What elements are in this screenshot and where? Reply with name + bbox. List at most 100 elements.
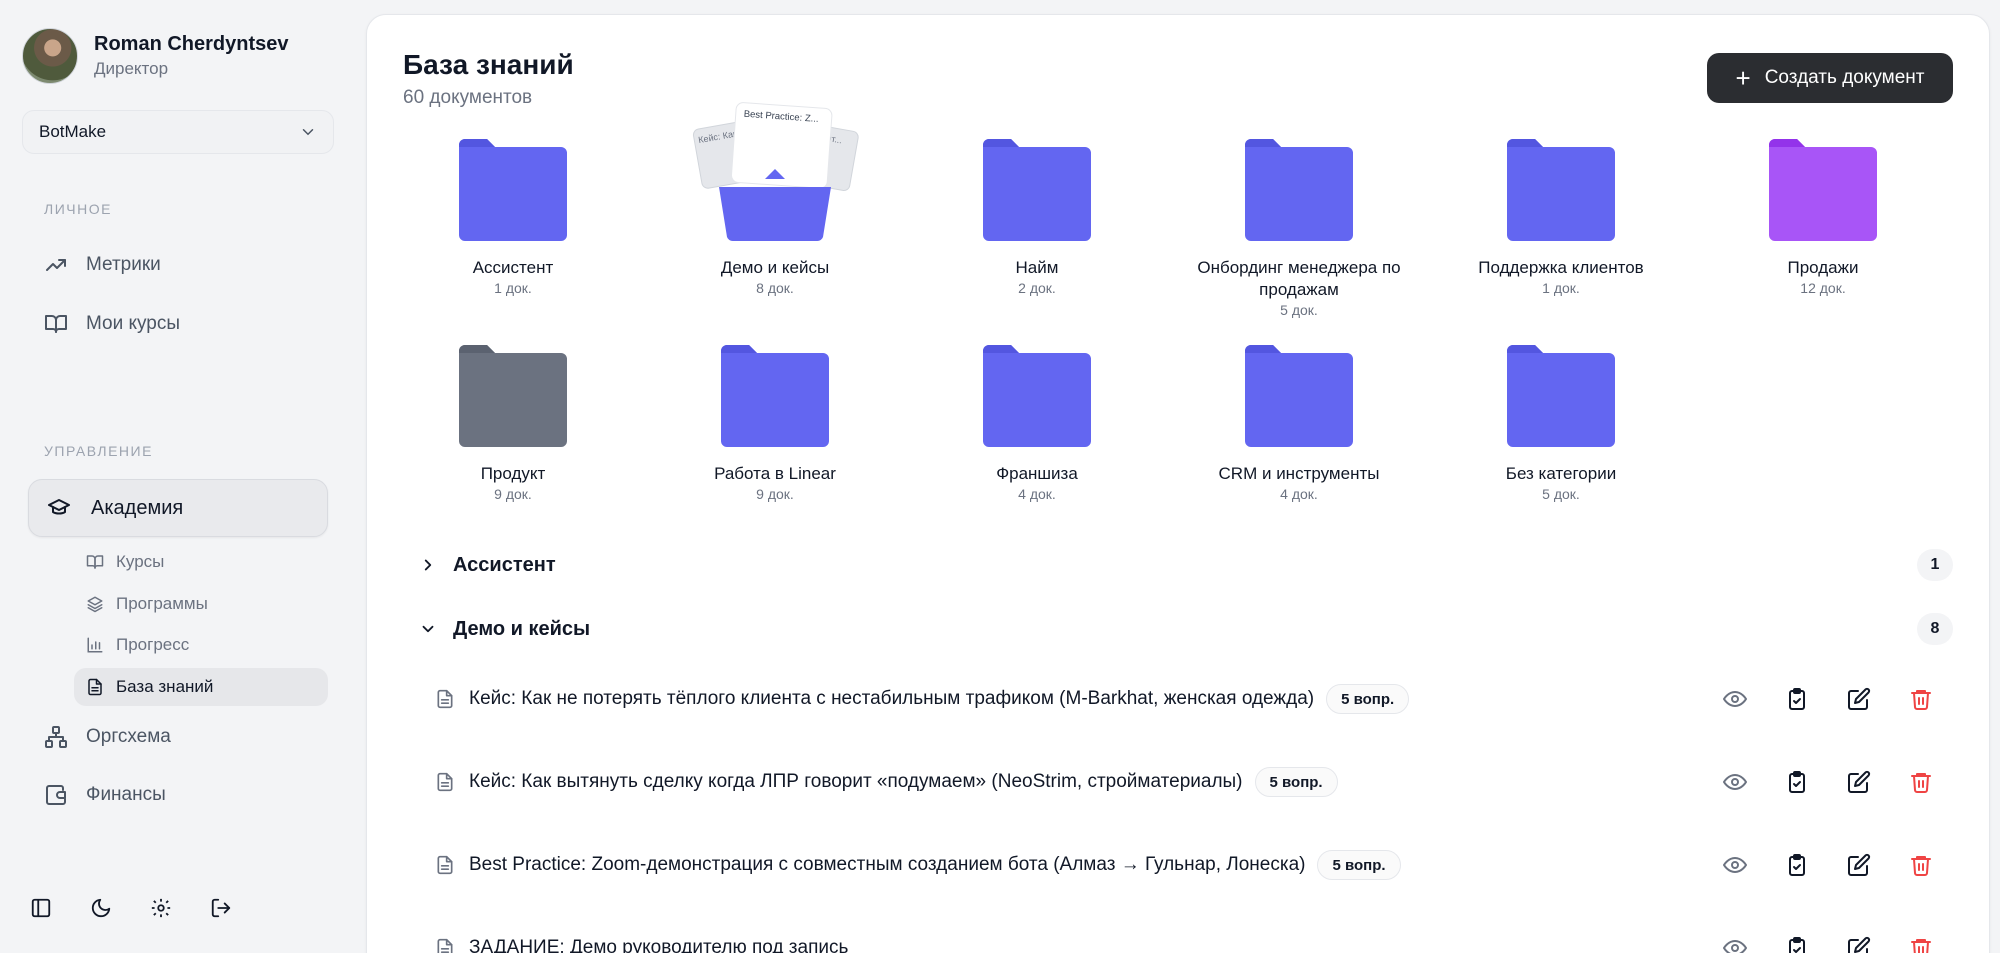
group-assistant[interactable]: Ассистент 1 bbox=[419, 545, 1953, 585]
nav-my-courses[interactable]: Мои курсы bbox=[44, 304, 180, 344]
folder-icon bbox=[983, 139, 1091, 241]
nav-finance-label: Финансы bbox=[86, 784, 166, 805]
folder-icon bbox=[1769, 139, 1877, 241]
edit-icon[interactable] bbox=[1847, 687, 1871, 711]
folder-demo-cases[interactable]: Кейс: Как... Как выт... Best Practice: Z… bbox=[644, 102, 906, 297]
toggle-sidebar-button[interactable] bbox=[28, 895, 54, 921]
nav-orgchart[interactable]: Оргсхема bbox=[44, 717, 171, 757]
book-open-icon bbox=[45, 315, 67, 333]
logout-button[interactable] bbox=[208, 895, 234, 921]
group-title: Ассистент bbox=[453, 553, 556, 576]
gear-icon bbox=[151, 898, 171, 918]
nav-academy-label: Академия bbox=[91, 496, 184, 519]
user-role: Директор bbox=[94, 59, 169, 78]
edit-icon[interactable] bbox=[1847, 853, 1871, 877]
trash-icon[interactable] bbox=[1909, 936, 1933, 953]
folder-count: 8 док. bbox=[756, 280, 794, 296]
nav-finance[interactable]: Финансы bbox=[44, 775, 166, 815]
folder-count: 5 док. bbox=[1280, 302, 1318, 318]
page-title: База знаний bbox=[403, 49, 574, 80]
folder-franchise[interactable]: Франшиза 4 док. bbox=[906, 341, 1168, 503]
main-panel: База знаний 60 документов + Создать доку… bbox=[366, 14, 1990, 953]
folder-count: 5 док. bbox=[1542, 486, 1580, 502]
trash-icon[interactable] bbox=[1909, 770, 1933, 794]
folder-assistant[interactable]: Ассистент 1 док. bbox=[382, 135, 644, 297]
document-title[interactable]: Кейс: Как не потерять тёплого клиента с … bbox=[469, 688, 1314, 710]
folder-count: 2 док. bbox=[1018, 280, 1056, 296]
edit-icon[interactable] bbox=[1847, 770, 1871, 794]
eye-icon[interactable] bbox=[1723, 770, 1747, 794]
folder-linear[interactable]: Работа в Linear 9 док. bbox=[644, 341, 906, 503]
sub-programs[interactable]: Программы bbox=[74, 585, 328, 623]
clipboard-check-icon[interactable] bbox=[1785, 936, 1809, 953]
eye-icon[interactable] bbox=[1723, 853, 1747, 877]
sub-courses-label: Курсы bbox=[116, 552, 165, 571]
folder-name: CRM и инструменты bbox=[1218, 464, 1380, 483]
folder-name: Продажи bbox=[1787, 258, 1859, 277]
folder-crm[interactable]: CRM и инструменты 4 док. bbox=[1168, 341, 1430, 503]
document-row[interactable]: Кейс: Как вытянуть сделку когда ЛПР гово… bbox=[435, 758, 1953, 806]
sidebar-bottom-bar bbox=[28, 895, 234, 921]
folder-name: Франшиза bbox=[996, 464, 1078, 483]
user-name: Roman Cherdyntsev bbox=[94, 33, 289, 55]
file-text-icon bbox=[437, 938, 453, 953]
theme-toggle-button[interactable] bbox=[88, 895, 114, 921]
chevron-right-icon bbox=[424, 559, 432, 571]
nav-academy[interactable]: Академия bbox=[28, 479, 328, 537]
section-manage: УПРАВЛЕНИЕ bbox=[44, 443, 153, 459]
folder-uncategorized[interactable]: Без категории 5 док. bbox=[1430, 341, 1692, 503]
folder-count: 1 док. bbox=[494, 280, 532, 296]
document-title[interactable]: Best Practice: Zoom-демонстрация с совме… bbox=[469, 854, 1305, 876]
folder-product[interactable]: Продукт 9 док. bbox=[382, 341, 644, 503]
document-title[interactable]: Кейс: Как вытянуть сделку когда ЛПР гово… bbox=[469, 771, 1243, 793]
eye-icon[interactable] bbox=[1723, 936, 1747, 953]
trash-icon[interactable] bbox=[1909, 687, 1933, 711]
settings-button[interactable] bbox=[148, 895, 174, 921]
folder-hiring[interactable]: Найм 2 док. bbox=[906, 135, 1168, 297]
document-row[interactable]: Кейс: Как не потерять тёплого клиента с … bbox=[435, 675, 1953, 723]
group-demo-cases[interactable]: Демо и кейсы 8 bbox=[419, 609, 1953, 649]
edit-icon[interactable] bbox=[1847, 936, 1871, 953]
folder-count: 9 док. bbox=[494, 486, 532, 502]
group-count-badge: 1 bbox=[1917, 549, 1953, 581]
nav-orgchart-label: Оргсхема bbox=[86, 726, 171, 747]
clipboard-check-icon[interactable] bbox=[1785, 770, 1809, 794]
file-text-icon bbox=[88, 678, 102, 696]
nav-metrics[interactable]: Метрики bbox=[44, 245, 161, 285]
network-icon bbox=[45, 726, 67, 748]
sub-progress[interactable]: Прогресс bbox=[74, 626, 328, 664]
clipboard-check-icon[interactable] bbox=[1785, 853, 1809, 877]
folder-icon bbox=[1245, 139, 1353, 241]
folder-name: Работа в Linear bbox=[714, 464, 836, 483]
folder-sales[interactable]: Продажи 12 док. bbox=[1692, 135, 1954, 297]
folder-support[interactable]: Поддержка клиентов 1 док. bbox=[1430, 135, 1692, 297]
trash-icon[interactable] bbox=[1909, 853, 1933, 877]
folder-name: Поддержка клиентов bbox=[1478, 258, 1644, 277]
bar-chart-icon bbox=[87, 637, 103, 653]
org-select[interactable]: BotMake bbox=[22, 110, 334, 154]
nav-my-courses-label: Мои курсы bbox=[86, 313, 181, 334]
folder-name: Найм bbox=[1015, 258, 1059, 277]
user-profile[interactable]: Roman Cherdyntsev Директор bbox=[22, 28, 289, 84]
questions-badge: 5 вопр. bbox=[1254, 767, 1338, 797]
folder-onboarding[interactable]: Онбординг менеджера по продажам 5 док. bbox=[1168, 135, 1430, 319]
questions-badge: 5 вопр. bbox=[1326, 684, 1410, 714]
folder-open-icon: Кейс: Как... Как выт... Best Practice: Z… bbox=[692, 102, 859, 242]
document-row[interactable]: Best Practice: Zoom-демонстрация с совме… bbox=[435, 841, 1953, 889]
sub-courses[interactable]: Курсы bbox=[74, 543, 328, 581]
folder-icon bbox=[459, 139, 567, 241]
folder-name: Ассистент bbox=[472, 258, 554, 277]
avatar bbox=[22, 28, 78, 84]
sub-progress-label: Прогресс bbox=[116, 635, 190, 654]
clipboard-check-icon[interactable] bbox=[1785, 687, 1809, 711]
folder-icon bbox=[1245, 345, 1353, 447]
document-row[interactable]: ЗАДАНИЕ: Демо руководителю под запись bbox=[435, 924, 1953, 953]
sub-knowledge-base[interactable]: База знаний bbox=[74, 668, 328, 706]
section-personal: ЛИЧНОЕ bbox=[44, 201, 112, 217]
chevron-down-icon bbox=[422, 625, 434, 633]
file-text-icon bbox=[437, 772, 453, 792]
eye-icon[interactable] bbox=[1723, 687, 1747, 711]
create-document-button[interactable]: + Создать документ bbox=[1707, 53, 1953, 103]
create-document-label: Создать документ bbox=[1764, 67, 1925, 88]
document-title[interactable]: ЗАДАНИЕ: Демо руководителю под запись bbox=[469, 937, 848, 953]
